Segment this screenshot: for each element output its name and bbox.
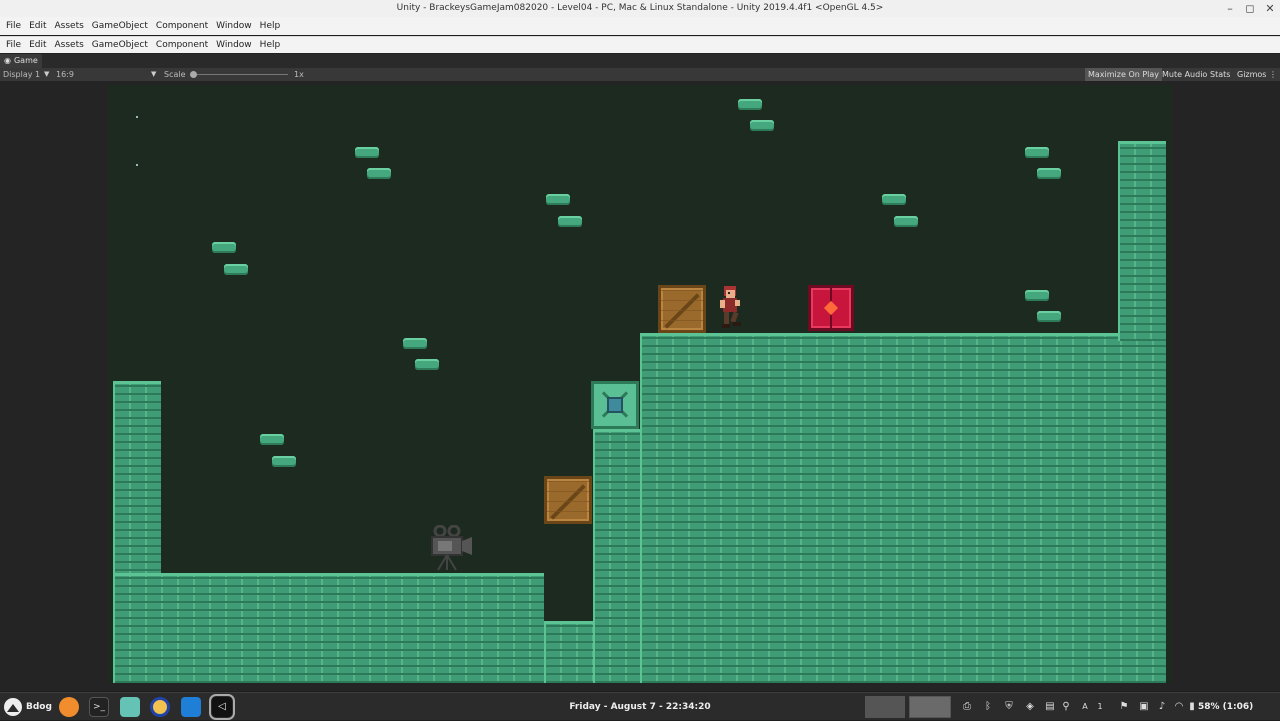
menu-edit[interactable]: Edit bbox=[25, 17, 50, 35]
menu-help[interactable]: Help bbox=[256, 36, 285, 54]
app-menubar: File Edit Assets GameObject Component Wi… bbox=[0, 17, 1280, 35]
right-pillar-terrain bbox=[1118, 141, 1166, 341]
switch-core bbox=[607, 397, 623, 413]
star-sprite bbox=[136, 164, 138, 166]
printer-icon[interactable]: ⎙ bbox=[960, 693, 974, 721]
shield-icon[interactable]: ⛨ bbox=[1002, 693, 1016, 721]
floor-terrain bbox=[113, 573, 544, 683]
unity-menubar: File Edit Assets GameObject Component Wi… bbox=[0, 36, 1280, 54]
menu-window[interactable]: Window bbox=[212, 17, 256, 35]
workspace-2[interactable] bbox=[909, 696, 951, 718]
floating-platform bbox=[403, 338, 427, 349]
game-view[interactable] bbox=[108, 85, 1172, 683]
window-title: Unity - BrackeysGameJam082020 - Level04 … bbox=[396, 3, 884, 13]
keyboard-a-icon[interactable]: A bbox=[1078, 693, 1092, 721]
os-taskbar: Bdog >_ ◁ Friday - August 7 - 22:34:20 ⎙… bbox=[0, 692, 1280, 720]
maximize-on-play-toggle[interactable]: Maximize On Play bbox=[1085, 68, 1163, 81]
menu-assets[interactable]: Assets bbox=[51, 17, 88, 35]
editor-tabbar: ◉ Game bbox=[0, 54, 1280, 68]
files-icon[interactable] bbox=[120, 697, 140, 717]
star-sprite bbox=[136, 116, 138, 118]
switch-block bbox=[591, 381, 639, 429]
window-titlebar: Unity - BrackeysGameJam082020 - Level04 … bbox=[0, 0, 1280, 18]
battery-status[interactable]: 58% (1:06) bbox=[1198, 693, 1253, 721]
gamepad-icon: ◉ bbox=[4, 56, 11, 65]
scale-label: Scale bbox=[164, 70, 186, 79]
workspace-1[interactable] bbox=[865, 696, 905, 718]
scale-value: 1x bbox=[294, 70, 304, 79]
maximize-button[interactable]: ◻ bbox=[1242, 1, 1258, 17]
floating-platform bbox=[558, 216, 582, 227]
scale-slider-handle[interactable] bbox=[190, 71, 197, 78]
app-launcher-icon[interactable] bbox=[59, 697, 79, 717]
menu-gameobject[interactable]: GameObject bbox=[88, 17, 152, 35]
chevron-down-icon: ▼ bbox=[44, 70, 50, 78]
menu-file[interactable]: File bbox=[2, 17, 25, 35]
menu-assets[interactable]: Assets bbox=[51, 36, 88, 54]
numlock-icon[interactable]: 1 bbox=[1093, 693, 1107, 721]
tab-game[interactable]: ◉ Game bbox=[0, 54, 42, 68]
minimize-button[interactable]: – bbox=[1222, 1, 1238, 17]
menu-file[interactable]: File bbox=[2, 36, 25, 54]
floating-platform bbox=[1037, 168, 1061, 179]
floating-platform bbox=[224, 264, 248, 275]
mute-audio-toggle[interactable]: Mute Audio bbox=[1159, 68, 1210, 81]
menu-component[interactable]: Component bbox=[152, 36, 212, 54]
location-icon[interactable]: ⚲ bbox=[1059, 693, 1073, 721]
tab-game-label: Game bbox=[13, 56, 38, 65]
us-flag-icon[interactable]: ⚑ bbox=[1117, 693, 1131, 721]
terminal-icon[interactable]: >_ bbox=[89, 697, 109, 717]
floating-platform bbox=[1037, 311, 1061, 322]
menu-gameobject[interactable]: GameObject bbox=[88, 36, 152, 54]
bluetooth-icon[interactable]: ᛒ bbox=[981, 693, 995, 721]
floating-platform bbox=[882, 194, 906, 205]
wooden-crate bbox=[658, 285, 706, 333]
camera-gizmo-icon bbox=[431, 525, 472, 571]
start-menu-icon[interactable] bbox=[4, 698, 22, 716]
stats-toggle[interactable]: Stats bbox=[1207, 68, 1233, 81]
floating-platform bbox=[415, 359, 439, 370]
wifi-icon[interactable]: ◠ bbox=[1172, 693, 1186, 721]
wooden-crate bbox=[544, 476, 592, 524]
exit-door bbox=[808, 285, 854, 331]
gizmos-toggle[interactable]: Gizmos bbox=[1234, 68, 1269, 81]
floating-platform bbox=[738, 99, 762, 110]
door-gem-icon bbox=[823, 300, 839, 316]
more-menu-icon[interactable]: ⋮ bbox=[1266, 68, 1280, 81]
floating-platform bbox=[1025, 147, 1049, 158]
device-icon[interactable]: ▣ bbox=[1137, 693, 1151, 721]
floating-platform bbox=[260, 434, 284, 445]
battery-icon[interactable]: ▮ bbox=[1185, 693, 1199, 721]
pit-floor-terrain bbox=[544, 621, 594, 683]
floating-platform bbox=[546, 194, 570, 205]
aspect-select[interactable]: 16:9 bbox=[56, 68, 74, 81]
game-viewport bbox=[0, 81, 1280, 691]
floating-platform bbox=[1025, 290, 1049, 301]
floating-platform bbox=[750, 120, 774, 131]
floating-platform bbox=[367, 168, 391, 179]
floating-platform bbox=[272, 456, 296, 467]
user-name: Bdog bbox=[26, 702, 52, 712]
close-button[interactable]: ✕ bbox=[1262, 1, 1278, 17]
display-select[interactable]: Display 1 bbox=[3, 68, 40, 81]
game-toolbar: Display 1 ▼ 16:9 ▼ Scale 1x Maximize On … bbox=[0, 68, 1280, 81]
chevron-down-icon: ▼ bbox=[151, 70, 157, 78]
clock[interactable]: Friday - August 7 - 22:34:20 bbox=[540, 693, 740, 721]
vscode-icon[interactable] bbox=[181, 697, 201, 717]
unity-tray-icon[interactable]: ◈ bbox=[1023, 693, 1037, 721]
scale-slider-track[interactable] bbox=[192, 74, 288, 75]
floating-platform bbox=[355, 147, 379, 158]
floating-platform bbox=[212, 242, 236, 253]
upper-terrain bbox=[640, 333, 1166, 683]
floating-platform bbox=[894, 216, 918, 227]
menu-component[interactable]: Component bbox=[152, 17, 212, 35]
menu-window[interactable]: Window bbox=[212, 36, 256, 54]
clipboard-icon[interactable]: ▤ bbox=[1043, 693, 1057, 721]
volume-icon[interactable]: ♪ bbox=[1155, 693, 1169, 721]
player-character bbox=[720, 286, 741, 328]
menu-help[interactable]: Help bbox=[256, 17, 285, 35]
app-icon[interactable] bbox=[150, 697, 170, 717]
unity-icon[interactable]: ◁ bbox=[209, 694, 235, 720]
menu-edit[interactable]: Edit bbox=[25, 36, 50, 54]
